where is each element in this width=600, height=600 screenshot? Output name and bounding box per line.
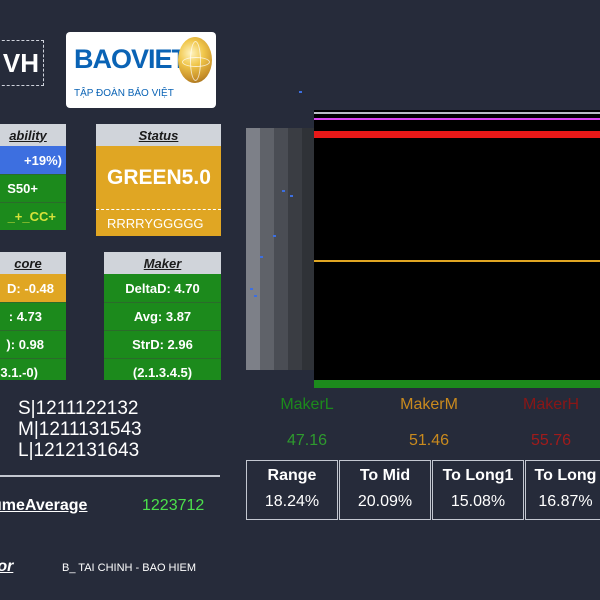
- liquidity-row-3: _+_CC+: [0, 202, 66, 230]
- price-dot: [273, 235, 276, 237]
- maker-card: Maker DeltaD: 4.70 Avg: 3.87 StrD: 2.96 …: [104, 252, 221, 380]
- score-card: core D: -0.48 : 4.73 ): 0.98 3.1.-0): [0, 252, 66, 380]
- chart-background: [314, 110, 600, 388]
- sector-label: tor: [0, 558, 14, 575]
- metric-value: 20.09%: [357, 493, 413, 510]
- sector-value: B_ TAI CHINH - BAO HIEM: [62, 562, 197, 574]
- metric-range: Range 18.24%: [246, 460, 338, 520]
- score-row-2: : 4.73: [0, 302, 66, 330]
- price-dots: [250, 91, 302, 297]
- score-row-3: ): 0.98: [0, 330, 66, 358]
- maker-row-2: Avg: 3.87: [104, 302, 221, 330]
- maker-row-1: DeltaD: 4.70: [104, 274, 221, 302]
- price-dot: [254, 295, 257, 297]
- metric-to-long1: To Long1 15.08%: [432, 460, 524, 520]
- slm-block: S|1211122132 M|1211131543 L|1212131643: [18, 398, 142, 461]
- maker-mid-value: 51.46: [408, 432, 450, 449]
- status-pattern: RRRRYGGGGG: [96, 210, 221, 236]
- maker-card-title: Maker: [104, 252, 221, 274]
- company-logo: BAOVIET TẬP ĐOÀN BẢO VIỆT: [66, 32, 216, 108]
- price-dot: [299, 91, 302, 93]
- maker-low-label: MakerL: [280, 396, 334, 413]
- metric-label: To Long: [534, 467, 597, 484]
- liquidity-card: ability +19%) S50+ _+_CC+: [0, 124, 66, 236]
- logo-subtitle: TẬP ĐOÀN BẢO VIỆT: [74, 88, 174, 99]
- metric-label: Range: [267, 467, 317, 484]
- price-dot: [290, 195, 293, 197]
- ticker-symbol: VH: [2, 47, 39, 78]
- logo-name: BAOVIET: [74, 44, 188, 74]
- price-level-chart: [314, 110, 600, 388]
- metric-to-long: To Long 16.87%: [525, 460, 600, 520]
- status-card-title: Status: [96, 124, 221, 146]
- metric-value: 16.87%: [538, 493, 593, 510]
- volume-average-value: 1223712: [142, 497, 205, 514]
- price-dot: [282, 190, 285, 192]
- metric-label: To Long1: [442, 467, 514, 484]
- maker-low-band: [314, 380, 600, 388]
- score-row-1: D: -0.48: [0, 274, 66, 302]
- liquidity-card-title: ability: [0, 124, 66, 146]
- metric-label: To Mid: [359, 467, 411, 484]
- status-value: GREEN5.0: [96, 146, 221, 210]
- volume-average-label: umeAverage: [0, 497, 88, 514]
- liquidity-row-1: +19%): [0, 146, 66, 174]
- slm-s: S|1211122132: [18, 398, 139, 419]
- ticker-box: VH: [0, 40, 44, 86]
- price-dot: [250, 288, 253, 290]
- globe-icon: [178, 37, 212, 83]
- metric-to-mid: To Mid 20.09%: [339, 460, 431, 520]
- score-row-4: 3.1.-0): [0, 358, 66, 380]
- metrics-row: Range 18.24% To Mid 20.09% To Long1 15.0…: [246, 460, 600, 520]
- price-dot: [260, 256, 263, 258]
- maker-high-value: 55.76: [530, 432, 572, 449]
- maker-low-value: 47.16: [286, 432, 328, 449]
- slm-l: L|1212131643: [18, 440, 140, 461]
- maker-row-4: (2.1.3.4.5): [104, 358, 221, 380]
- divider: [0, 475, 220, 477]
- score-card-title: core: [0, 252, 66, 274]
- slm-m: M|1211131543: [18, 419, 142, 440]
- status-card: Status GREEN5.0 RRRRYGGGGG: [96, 124, 221, 236]
- maker-high-band: [314, 131, 600, 138]
- metric-value: 15.08%: [450, 493, 506, 510]
- maker-mid-label: MakerM: [400, 396, 458, 413]
- liquidity-row-2: S50+: [0, 174, 66, 202]
- maker-row-3: StrD: 2.96: [104, 330, 221, 358]
- metric-value: 18.24%: [264, 493, 320, 510]
- maker-high-label: MakerH: [522, 396, 579, 413]
